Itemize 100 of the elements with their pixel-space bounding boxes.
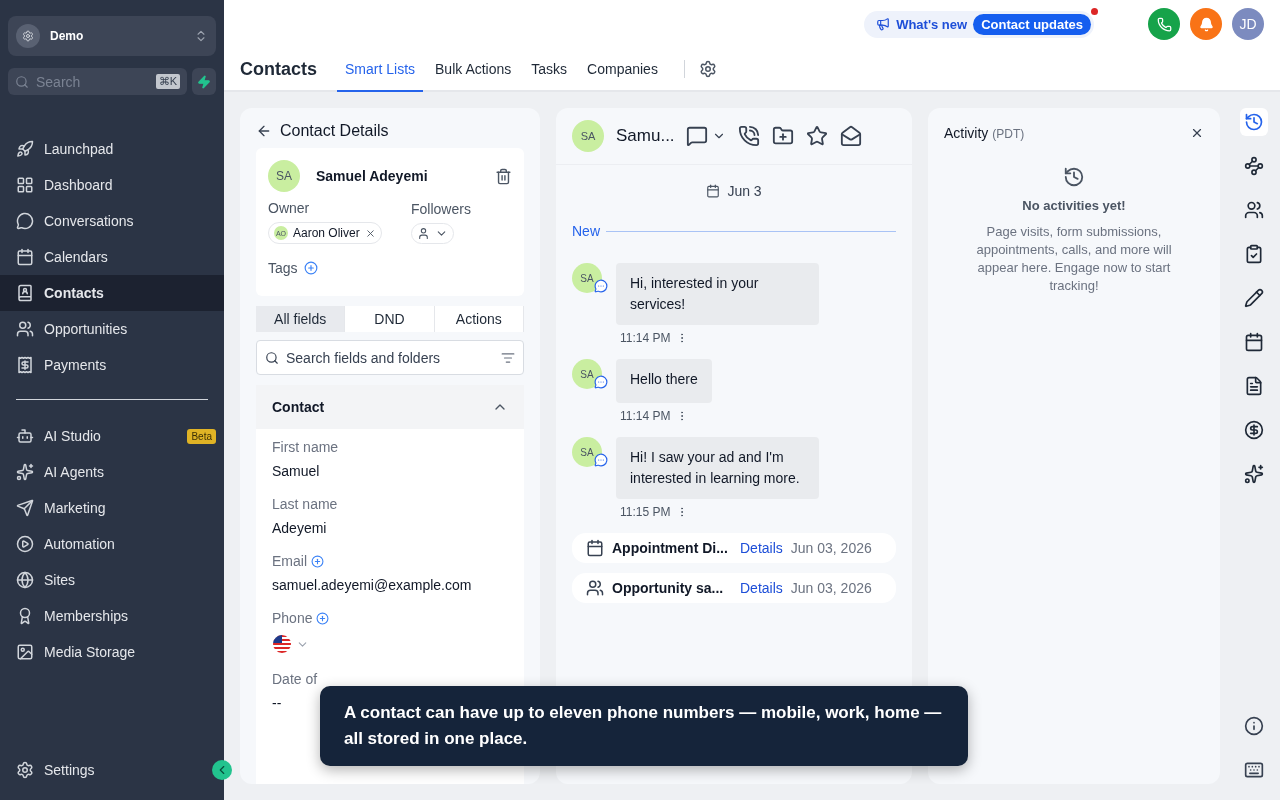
details-link[interactable]: Details <box>740 580 783 596</box>
search-icon <box>265 350 279 365</box>
search-field[interactable]: Search fields and folders <box>256 340 524 375</box>
section-header[interactable]: Contact <box>256 385 524 429</box>
nav-item[interactable]: Launchpad <box>0 131 224 167</box>
nav-item[interactable]: Automation <box>0 526 224 562</box>
history-icon <box>1063 166 1085 188</box>
segment-tab[interactable]: All fields <box>256 306 346 332</box>
tab[interactable]: Tasks <box>523 48 576 92</box>
field-value: -- <box>272 695 283 711</box>
nav-label: Memberships <box>44 608 130 624</box>
sender-avatar: SA <box>572 359 602 389</box>
chat-bubble-icon <box>594 453 608 467</box>
chat-bubble-icon <box>16 212 34 230</box>
collapse-button[interactable] <box>212 760 232 780</box>
paper-plane-icon <box>16 499 34 517</box>
settings-icon <box>698 60 717 78</box>
field-value: Adeyemi <box>272 520 328 536</box>
beta-badge: Beta <box>187 428 216 444</box>
nav-item[interactable]: AI Agents <box>0 454 224 490</box>
empty-text: Page visits, form submissions, appointments, calls, and more will appear here. Engage now to start tracking! <box>975 223 1173 295</box>
nav-item[interactable]: Memberships <box>0 598 224 634</box>
nav-label: Contacts <box>44 285 105 301</box>
whats-new-label: What's new <box>896 16 968 32</box>
nav-label: Media Storage <box>44 644 137 660</box>
quick-action-button[interactable] <box>192 68 216 95</box>
remove-icon[interactable] <box>364 227 376 239</box>
event-title: Appointment Di... <box>612 540 729 556</box>
notification-button[interactable] <box>1190 8 1222 40</box>
new-divider-label: New <box>572 223 600 239</box>
contact-avatar: SA <box>268 160 300 192</box>
nav-item[interactable]: Settings <box>0 752 196 788</box>
nav-label: Dashboard <box>44 177 114 193</box>
calendar-icon <box>16 248 34 266</box>
field-value: Samuel <box>272 463 321 479</box>
sender-avatar: SA <box>572 437 602 467</box>
event-date: Jun 03, 2026 <box>790 540 872 556</box>
tab[interactable]: Bulk Actions <box>427 48 520 92</box>
calendar-icon <box>706 184 721 198</box>
nav-label: Automation <box>44 536 116 552</box>
nav-item[interactable]: Conversations <box>0 203 224 239</box>
nav-label: AI Agents <box>44 464 105 480</box>
account-icon <box>16 24 40 48</box>
nav-label: Launchpad <box>44 141 115 157</box>
activity-rail-button[interactable] <box>1240 108 1268 136</box>
settings-icon <box>16 761 34 779</box>
event-date: Jun 03, 2026 <box>790 580 872 596</box>
panel-title: Contact Details <box>280 122 389 140</box>
sender-avatar: SA <box>572 263 602 293</box>
message-bubble: Hi! I saw your ad and I'm interested in learning more. <box>616 437 819 499</box>
rocket-icon <box>16 140 34 158</box>
nav-item[interactable]: Opportunities <box>0 311 224 347</box>
calendar-icon <box>586 539 604 557</box>
nav-label: Marketing <box>44 500 107 516</box>
owner-label: Owner <box>268 200 311 216</box>
sparkles-icon <box>16 463 34 481</box>
megaphone-icon <box>876 17 891 31</box>
play-circle-icon <box>16 535 34 553</box>
search-field[interactable]: Search ⌘K <box>8 68 187 95</box>
nav-item[interactable]: Calendars <box>0 239 224 275</box>
nav-item[interactable]: Dashboard <box>0 167 224 203</box>
contact-name: Samuel Adeyemi <box>316 168 429 184</box>
nav-label: Settings <box>44 762 96 778</box>
tab[interactable]: Companies <box>579 48 666 92</box>
field-label: Email <box>272 553 307 569</box>
event-title: Opportunity sa... <box>612 580 725 596</box>
receipt-icon <box>16 356 34 374</box>
trash-icon <box>495 167 512 185</box>
nav-item[interactable]: Sites <box>0 562 224 598</box>
phone-button[interactable] <box>1148 8 1180 40</box>
nav-item[interactable]: Marketing <box>0 490 224 526</box>
add-icon <box>303 261 318 275</box>
grid-icon <box>16 176 34 194</box>
nav-item[interactable]: Media Storage <box>0 634 224 670</box>
search-input[interactable]: Search <box>34 72 151 91</box>
nav-item[interactable]: AI Studio Beta <box>0 418 224 454</box>
bell-icon <box>1198 16 1214 32</box>
activity-title: Activity (PDT) <box>944 124 1025 142</box>
message-bubble: Hi, interested in your services! <box>616 263 819 325</box>
account-switcher[interactable]: Demo <box>8 16 216 56</box>
tags-label: Tags <box>268 260 298 276</box>
add-icon <box>316 611 330 625</box>
contact-name: Samu... <box>616 126 674 146</box>
tab[interactable]: Smart Lists <box>337 48 424 92</box>
contact-avatar: SA <box>572 120 604 152</box>
nav-item[interactable]: Payments <box>0 347 224 383</box>
nav-label: Conversations <box>44 213 135 229</box>
nav-label: Sites <box>44 572 77 588</box>
nav-item[interactable]: Contacts <box>0 275 224 311</box>
contact-updates-button[interactable]: Contact updates <box>973 13 1091 35</box>
details-link[interactable]: Details <box>740 540 783 556</box>
field-label: First name <box>272 439 339 455</box>
people-icon <box>16 320 34 338</box>
search-icon <box>15 74 29 89</box>
phone-icon <box>738 125 760 147</box>
chat-bubble-icon <box>594 279 608 293</box>
nav-label: Opportunities <box>44 321 129 337</box>
followers-label: Followers <box>411 200 472 217</box>
field-label: Last name <box>272 496 338 512</box>
filter-icon <box>501 350 515 365</box>
